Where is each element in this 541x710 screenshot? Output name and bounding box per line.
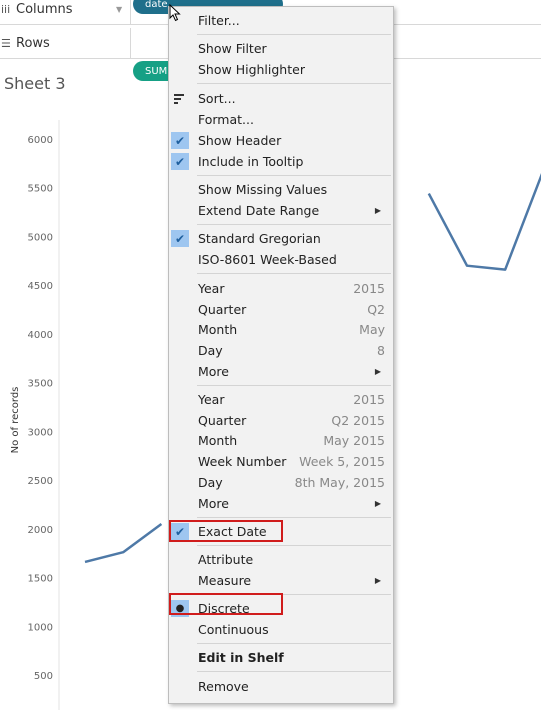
menu-item-more-continuous[interactable]: More ▶	[169, 494, 393, 514]
menu-label: Show Missing Values	[198, 182, 328, 197]
menu-label: Week Number	[198, 454, 287, 469]
menu-separator	[197, 273, 391, 274]
menu-item-include-tooltip[interactable]: ✔ Include in Tooltip	[169, 152, 393, 172]
menu-item-quarter-discrete[interactable]: Quarter Q2	[169, 300, 393, 320]
menu-item-show-header[interactable]: ✔ Show Header	[169, 131, 393, 151]
submenu-arrow-icon: ▶	[374, 499, 381, 508]
menu-item-day-continuous[interactable]: Day 8th May, 2015	[169, 473, 393, 493]
menu-item-continuous[interactable]: Continuous	[169, 620, 393, 640]
menu-label: ISO-8601 Week-Based	[198, 252, 337, 267]
menu-item-year-continuous[interactable]: Year 2015	[169, 390, 393, 410]
menu-item-attribute[interactable]: Attribute	[169, 550, 393, 570]
menu-label: More	[198, 364, 229, 379]
menu-item-edit-in-shelf[interactable]: Edit in Shelf	[169, 648, 393, 668]
menu-item-extend-date[interactable]: Extend Date Range ▶	[169, 201, 393, 221]
menu-label: Day	[198, 475, 223, 490]
menu-separator	[197, 34, 391, 35]
submenu-arrow-icon: ▶	[374, 367, 381, 376]
check-icon: ✔	[171, 230, 189, 247]
menu-label: Include in Tooltip	[198, 154, 304, 169]
menu-separator	[197, 83, 391, 84]
menu-item-filter[interactable]: Filter...	[169, 11, 393, 31]
menu-item-more-discrete[interactable]: More ▶	[169, 362, 393, 382]
menu-example-value: May	[359, 322, 385, 337]
y-tick-label: 4500	[28, 281, 53, 292]
menu-label: Continuous	[198, 622, 269, 637]
sort-icon	[174, 94, 184, 104]
menu-item-std-gregorian[interactable]: ✔ Standard Gregorian	[169, 229, 393, 249]
y-tick-label: 3000	[28, 427, 53, 438]
menu-item-format[interactable]: Format...	[169, 110, 393, 130]
menu-example-value: 2015	[353, 392, 385, 407]
menu-item-measure[interactable]: Measure ▶	[169, 571, 393, 591]
menu-label: Format...	[198, 112, 254, 127]
menu-label: Extend Date Range	[198, 203, 320, 218]
menu-item-month-discrete[interactable]: Month May	[169, 320, 393, 340]
check-icon: ✔	[171, 132, 189, 149]
menu-label: Show Filter	[198, 41, 267, 56]
menu-example-value: May 2015	[323, 433, 385, 448]
menu-label: Filter...	[198, 13, 240, 28]
menu-item-quarter-continuous[interactable]: Quarter Q2 2015	[169, 411, 393, 431]
discrete-highlight	[169, 593, 283, 615]
menu-item-year-discrete[interactable]: Year 2015	[169, 279, 393, 299]
menu-item-month-continuous[interactable]: Month May 2015	[169, 431, 393, 451]
menu-separator	[197, 517, 391, 518]
menu-item-sort[interactable]: Sort...	[169, 89, 393, 109]
menu-label: Remove	[198, 679, 249, 694]
menu-label: Year	[198, 281, 225, 296]
menu-example-value: Q2	[367, 302, 385, 317]
menu-example-value: 8th May, 2015	[294, 475, 385, 490]
menu-label: Day	[198, 343, 223, 358]
y-tick-label: 6000	[28, 135, 53, 146]
menu-example-value: 8	[377, 343, 385, 358]
submenu-arrow-icon: ▶	[374, 206, 381, 215]
menu-item-show-missing[interactable]: Show Missing Values	[169, 180, 393, 200]
menu-label: Standard Gregorian	[198, 231, 321, 246]
menu-item-day-discrete[interactable]: Day 8	[169, 341, 393, 361]
submenu-arrow-icon: ▶	[374, 576, 381, 585]
menu-separator	[197, 671, 391, 672]
menu-separator	[197, 643, 391, 644]
menu-item-remove[interactable]: Remove	[169, 677, 393, 697]
menu-separator	[197, 545, 391, 546]
y-tick-label: 1500	[28, 574, 53, 585]
y-axis-label: No of records	[10, 387, 21, 454]
menu-example-value: Week 5, 2015	[299, 454, 385, 469]
menu-item-show-filter[interactable]: Show Filter	[169, 39, 393, 59]
menu-item-iso-week[interactable]: ISO-8601 Week-Based	[169, 250, 393, 270]
menu-label: Month	[198, 322, 238, 337]
menu-label: Measure	[198, 573, 252, 588]
y-tick-label: 3500	[28, 379, 53, 390]
mouse-cursor-icon	[169, 4, 181, 22]
menu-label: More	[198, 496, 229, 511]
exact-date-highlight	[169, 520, 283, 542]
menu-example-value: Q2 2015	[331, 413, 385, 428]
menu-label: Year	[198, 392, 225, 407]
menu-label: Attribute	[198, 552, 254, 567]
y-tick-label: 500	[34, 671, 53, 682]
menu-label: Show Header	[198, 133, 282, 148]
y-tick-label: 5000	[28, 232, 53, 243]
menu-label: Sort...	[198, 91, 236, 106]
series-line-0[interactable]	[84, 522, 163, 564]
menu-label: Edit in Shelf	[198, 650, 284, 665]
series-line-1[interactable]	[427, 170, 541, 271]
y-tick-label: 2500	[28, 476, 53, 487]
menu-label: Month	[198, 433, 238, 448]
y-tick-label: 2000	[28, 525, 53, 536]
y-tick-label: 5500	[28, 184, 53, 195]
menu-item-show-highlighter[interactable]: Show Highlighter	[169, 60, 393, 80]
menu-separator	[197, 385, 391, 386]
menu-label: Show Highlighter	[198, 62, 305, 77]
menu-separator	[197, 175, 391, 176]
y-tick-label: 4000	[28, 330, 53, 341]
menu-separator	[197, 224, 391, 225]
menu-item-week-continuous[interactable]: Week Number Week 5, 2015	[169, 452, 393, 472]
menu-label: Quarter	[198, 302, 247, 317]
y-tick-label: 1000	[28, 622, 53, 633]
menu-example-value: 2015	[353, 281, 385, 296]
check-icon: ✔	[171, 153, 189, 170]
menu-label: Quarter	[198, 413, 247, 428]
